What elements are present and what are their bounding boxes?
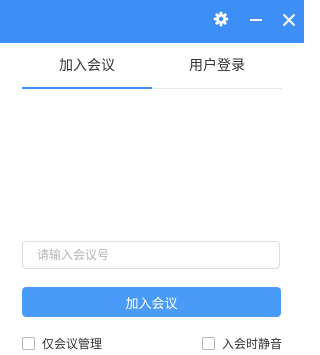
tab-user-login[interactable]: 用户登录 [152,44,282,88]
meeting-number-input[interactable] [22,241,280,269]
tab-join-meeting[interactable]: 加入会议 [22,44,152,88]
gear-icon [213,11,229,31]
join-meeting-button[interactable]: 加入会议 [22,287,281,317]
close-icon [282,12,296,31]
mute-on-join-label: 入会时静音 [222,336,283,351]
tab-bar: 加入会议 用户登录 [22,44,282,89]
meeting-manage-only-label: 仅会议管理 [42,336,103,351]
minimize-button[interactable] [246,11,266,31]
checkbox-box[interactable] [22,336,35,350]
title-bar [0,0,304,43]
active-tab-indicator [22,87,152,89]
meeting-manage-only-checkbox[interactable]: 仅会议管理 [22,335,102,351]
settings-button[interactable] [211,11,231,31]
join-meeting-window: 加入会议 用户登录 加入会议 仅会议管理 入会时静音 [0,0,304,355]
checkbox-box[interactable] [202,336,215,350]
close-button[interactable] [279,11,299,31]
mute-on-join-checkbox[interactable]: 入会时静音 [202,335,282,351]
minimize-icon [249,12,263,31]
